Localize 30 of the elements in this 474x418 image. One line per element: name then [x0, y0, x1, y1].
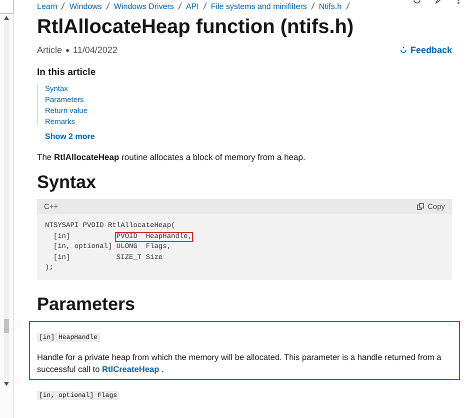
- slash-icon: [178, 2, 182, 10]
- slash-icon: [61, 2, 66, 10]
- scrollbar-thumb[interactable]: [4, 319, 9, 333]
- article-date: 11/04/2022: [73, 45, 118, 55]
- slash-icon: [346, 2, 350, 10]
- section-heading: Syntax: [37, 172, 98, 193]
- slash-icon: [310, 2, 315, 10]
- rtlcreateheap-link[interactable]: RtlCreateHeap: [102, 364, 160, 374]
- description-text: The RtlAllocateHeap routine allocates a block of memory from a heap.: [37, 152, 306, 162]
- article-type: Article: [37, 45, 62, 55]
- scroll-down-icon[interactable]: [4, 382, 9, 386]
- breadcrumb-link[interactable]: Learn: [37, 2, 58, 10]
- slash-icon: [202, 2, 207, 10]
- bullet-icon: [66, 48, 70, 52]
- breadcrumb-link[interactable]: Windows Drivers: [114, 2, 174, 10]
- scrollbar[interactable]: [4, 16, 9, 386]
- feedback-icon: [400, 46, 408, 54]
- breadcrumb-link[interactable]: File systems and minifilters: [210, 2, 307, 10]
- breadcrumb-link[interactable]: API: [186, 2, 199, 10]
- show-more-link[interactable]: Show 2 more: [45, 132, 452, 141]
- breadcrumb-link[interactable]: Ntifs.h: [318, 2, 342, 10]
- page-title: RtlAllocateHeap function (ntifs.h): [37, 16, 355, 39]
- parameter-description: Handle for a private heap from which the memory will be allocated. This parameter is a handle returned from a successful call to RtlCreateHeap .: [37, 350, 442, 374]
- feedback-link[interactable]: Feedback: [400, 45, 452, 55]
- section-heading: Parameters: [37, 294, 136, 314]
- toc-heading: In this article: [37, 67, 97, 78]
- slash-icon: [106, 2, 110, 10]
- copy-icon: [417, 203, 424, 210]
- scroll-up-icon[interactable]: [4, 16, 9, 20]
- breadcrumb-link[interactable]: Windows: [69, 2, 102, 10]
